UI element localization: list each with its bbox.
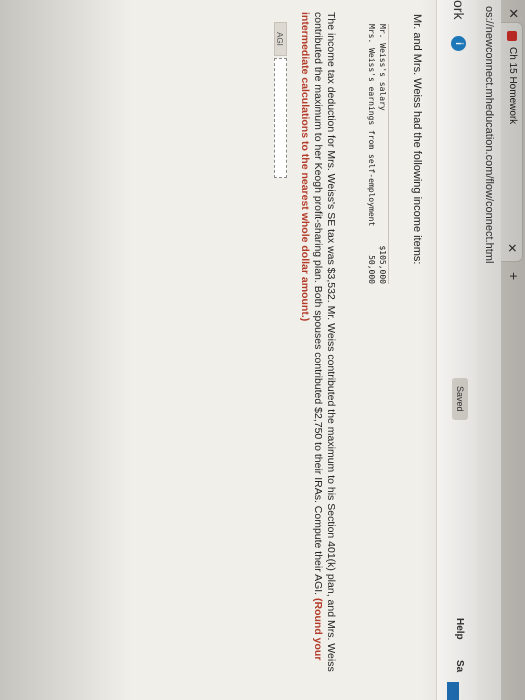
table-row: Mr. Weiss's salary $105,000 — [377, 24, 388, 284]
tab-title: Ch 15 Homework — [507, 47, 518, 125]
info-icon[interactable]: i — [451, 36, 466, 51]
agi-input[interactable] — [274, 58, 287, 178]
tab-close-icon[interactable]: ✕ — [505, 243, 519, 253]
saved-status-badge: Saved — [452, 378, 468, 420]
browser-tab-bar: ✕ Ch 15 Homework ✕ + — [500, 0, 525, 700]
help-link[interactable]: Help — [454, 618, 465, 640]
income-value: 50,000 — [367, 255, 376, 284]
close-icon[interactable]: ✕ — [505, 8, 521, 19]
problem-text: The income tax deduction for Mrs. Weiss'… — [298, 12, 337, 692]
side-tab[interactable] — [447, 682, 459, 700]
new-tab-button[interactable]: + — [506, 272, 522, 280]
save-exit-link[interactable]: Sa — [454, 660, 465, 672]
income-label: Mr. Weiss's salary — [378, 24, 387, 111]
table-row: Mrs. Weiss's earnings from self-employme… — [366, 24, 377, 284]
question-intro: Mr. and Mrs. Weiss had the following inc… — [411, 14, 423, 265]
agi-label: AGI — [274, 22, 287, 56]
income-value: $105,000 — [378, 245, 387, 284]
income-label: Mrs. Weiss's earnings from self-employme… — [367, 24, 376, 227]
url-text[interactable]: os://newconnect.mheducation.com/flow/con… — [483, 6, 495, 263]
address-bar[interactable]: os://newconnect.mheducation.com/flow/con… — [476, 0, 501, 700]
browser-tab[interactable]: Ch 15 Homework ✕ — [501, 22, 523, 262]
income-table: Mr. Weiss's salary $105,000 Mrs. Weiss's… — [366, 24, 389, 284]
site-favicon-icon — [507, 31, 517, 41]
assignment-title: ork — [451, 0, 467, 20]
app-header: ork i Saved Help Sa — [436, 0, 477, 700]
problem-body: The income tax deduction for Mrs. Weiss'… — [312, 12, 337, 672]
screen: ✕ Ch 15 Homework ✕ + os://newconnect.mhe… — [0, 0, 525, 700]
